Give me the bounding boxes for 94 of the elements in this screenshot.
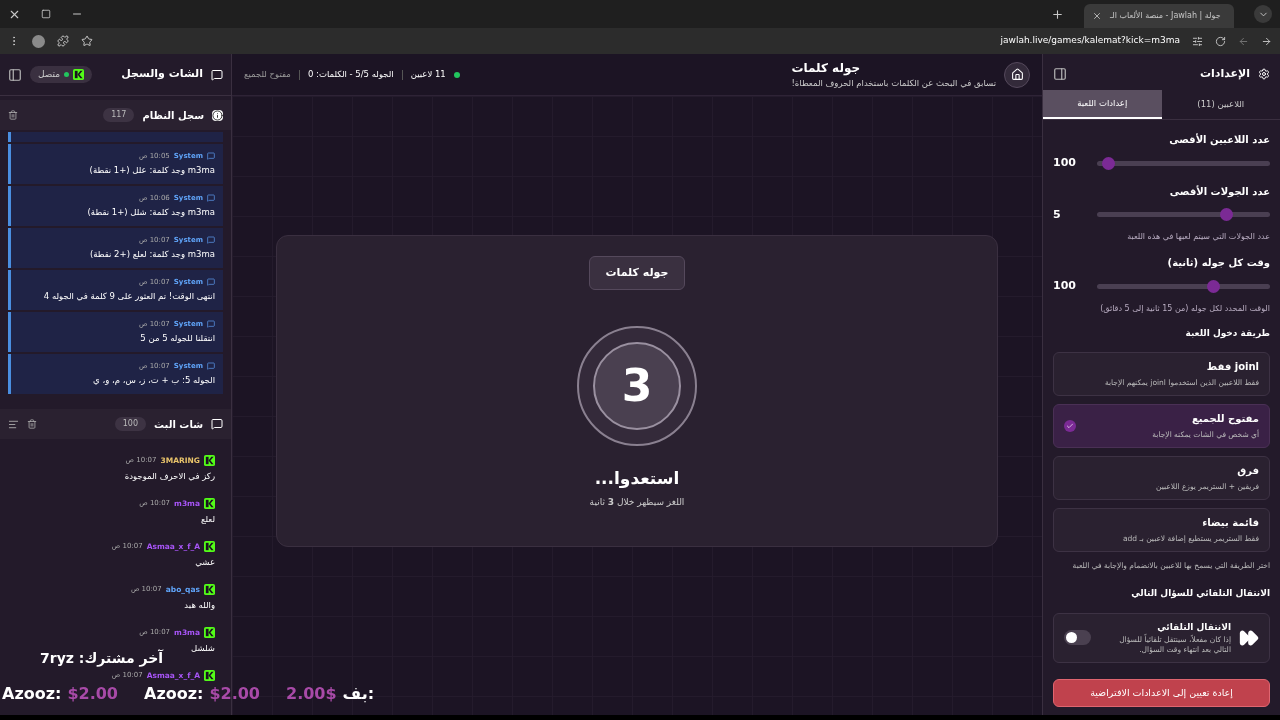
- game-subtitle: تسابق في البحث عن الكلمات باستخدام الحروف المعطاة!: [791, 77, 996, 90]
- fast-forward-icon: [1239, 627, 1259, 648]
- log-text: انتهى الوقت! تم العثور على 9 كلمة في الجوله 4: [42, 290, 215, 304]
- players-count: 11 لاعبين: [410, 68, 446, 81]
- new-tab-icon[interactable]: [1051, 7, 1064, 21]
- system-icon: [207, 320, 215, 329]
- section-title: طريقة دخول اللعبة: [1184, 326, 1270, 340]
- slider-thumb[interactable]: [1207, 279, 1221, 293]
- url-field[interactable]: jawlah.live/games/kalemat?kick=m3ma: [1000, 34, 1180, 48]
- extensions-icon[interactable]: [57, 35, 69, 47]
- donor-name: بف:: [342, 684, 375, 704]
- donor-name: Azooz:: [144, 684, 204, 704]
- log-text: انتقلنا للجوله 5 من 5: [139, 332, 215, 346]
- connection-status: متصل: [30, 65, 93, 84]
- chat-message: شلشل: [191, 642, 215, 655]
- system-icon: [207, 194, 215, 203]
- browser-tab[interactable]: جولة | Jawlah - منصة الألعاب الـ: [1084, 4, 1234, 28]
- settings-tab[interactable]: اللاعبين (11): [1161, 90, 1280, 119]
- slider-value: 100: [1053, 278, 1077, 294]
- donation-amount: 2.00$: [286, 684, 337, 704]
- settings-tab[interactable]: إعدادات اللعبة: [1043, 90, 1162, 119]
- back-icon[interactable]: [1261, 35, 1272, 47]
- system-icon: [207, 362, 215, 371]
- slider-label: عدد الجولات الأقصى: [1168, 184, 1270, 199]
- section-title: سجل النظام: [142, 108, 204, 123]
- last-subscriber-text: آخر مشترك: 7ryz: [40, 651, 164, 666]
- home-icon: [1010, 68, 1024, 81]
- delete-icon[interactable]: [27, 419, 37, 429]
- option-title: مفتوح للجميع: [1190, 412, 1259, 427]
- bookmark-icon[interactable]: [81, 35, 93, 47]
- game-title: جوله كلمات: [791, 60, 861, 78]
- toggle-switch[interactable]: [1064, 630, 1091, 646]
- kick-logo-icon: [204, 541, 215, 553]
- system-icon: [207, 278, 215, 287]
- info-icon: [212, 109, 223, 121]
- maximize-icon[interactable]: [41, 9, 51, 19]
- donor-name: Azooz:: [2, 684, 62, 704]
- chat-message: لعلع: [200, 513, 215, 526]
- slider-label: وقت كل جوله (ثانية): [1166, 256, 1270, 270]
- close-icon[interactable]: [1092, 11, 1102, 21]
- panel-title: الإعدادات: [1199, 65, 1250, 82]
- kick-logo-icon: [204, 627, 215, 639]
- chat-count-badge: 100: [114, 417, 146, 431]
- profile-avatar[interactable]: [32, 34, 45, 48]
- reload-icon[interactable]: [1215, 35, 1226, 47]
- section-title: الانتقال التلقائي للسؤال التالي: [1130, 587, 1270, 601]
- countdown-number: 3: [621, 359, 653, 413]
- slider-thumb[interactable]: [1220, 208, 1234, 222]
- donation-amount: $2.00: [67, 684, 118, 704]
- chat-icon: [211, 418, 223, 430]
- mode-label: مفتوح للجميع: [244, 68, 291, 81]
- option-title: الانتقال التلقائي: [1156, 621, 1231, 634]
- section-title: شات البث: [154, 417, 203, 432]
- kick-logo-icon: [73, 69, 85, 80]
- option-title: فرق: [1236, 464, 1259, 479]
- slider-thumb[interactable]: [1101, 156, 1115, 170]
- site-settings-icon[interactable]: [1192, 35, 1203, 47]
- chat-message: ركز في الاحرف الموجودة: [124, 470, 215, 483]
- check-icon: [1064, 420, 1076, 432]
- kick-logo-icon: [204, 584, 215, 596]
- chat-message: عشي: [195, 556, 215, 569]
- reset-button[interactable]: إعادة تعيين إلى الاعدادات الافتراضية: [1053, 679, 1270, 707]
- system-icon: [207, 236, 215, 245]
- kick-logo-icon: [204, 670, 215, 682]
- panel-title: الشات والسجل: [121, 66, 203, 83]
- chat-icon: [211, 68, 223, 81]
- log-text: الجوله 5: ب + ت، ز، س، م، و، ي: [92, 374, 215, 388]
- settings-icon: [1258, 68, 1270, 80]
- option-title: joinl فقط: [1205, 360, 1259, 375]
- log-text: m3ma وجد كلمة: شلل (+1 نقطة): [86, 206, 215, 220]
- system-icon: [207, 152, 215, 161]
- tab-list-button[interactable]: [1254, 5, 1272, 23]
- log-text: m3ma وجد كلمة: علل (+1 نقطة): [88, 164, 215, 178]
- game-badge: جوله كلمات: [588, 255, 686, 290]
- donation-amount: $2.00: [209, 684, 260, 704]
- collapse-panel-icon[interactable]: [1053, 67, 1067, 81]
- slider-value: 100: [1053, 155, 1077, 171]
- forward-icon[interactable]: [1238, 35, 1249, 47]
- slider-value: 5: [1053, 206, 1062, 223]
- kick-logo-icon: [204, 498, 215, 510]
- countdown-heading: استعدوا...: [594, 467, 680, 490]
- option-title: قائمة بيضاء: [1201, 516, 1259, 531]
- log-text: m3ma وجد كلمة: لعلع (+2 نقطة): [88, 248, 215, 262]
- chat-message: والله هبد: [184, 599, 215, 612]
- align-icon[interactable]: [8, 418, 19, 430]
- slider-hint: عدد الجولات التي سيتم لعبها في هذه اللعبة: [1126, 231, 1270, 243]
- round-info: الجوله 5/5 - الكلمات: 0: [307, 68, 394, 81]
- delete-icon[interactable]: [8, 110, 18, 120]
- log-count-badge: 117: [103, 108, 135, 122]
- slider-hint: الوقت المحدد لكل جوله (من 15 ثانية إلى 5 دقائق): [1099, 302, 1270, 315]
- collapse-panel-icon[interactable]: [8, 67, 22, 82]
- slider-label: عدد اللاعبين الأقصى: [1168, 132, 1270, 147]
- home-button[interactable]: [1004, 61, 1030, 88]
- kick-logo-icon: [204, 455, 215, 467]
